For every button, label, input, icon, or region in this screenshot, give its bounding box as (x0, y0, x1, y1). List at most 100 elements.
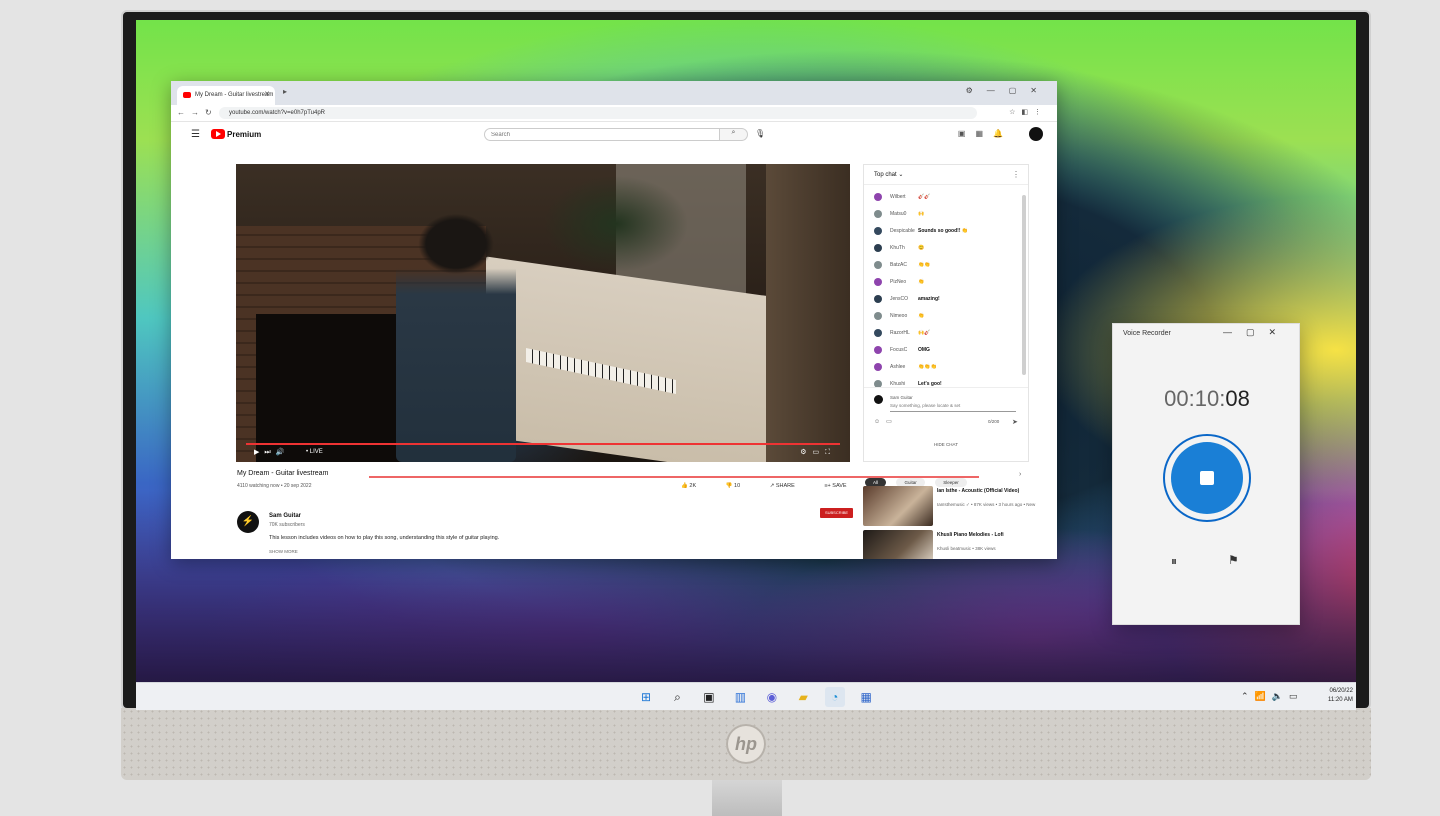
stop-icon (1200, 471, 1214, 485)
chat-text: 😊 (918, 245, 925, 251)
chat-username: Nimeoo (890, 313, 908, 319)
task-view-icon[interactable]: ▣ (699, 687, 719, 707)
header-action-icons[interactable]: ▣▦🔔 (958, 129, 1013, 138)
new-tab-icon[interactable]: ▸ (283, 87, 287, 96)
hide-chat-button[interactable]: HIDE CHAT (864, 442, 1028, 447)
browser-tab-bar: My Dream - Guitar livestream ✕ ▸ ⚙—▢✕ (171, 81, 1057, 105)
hp-logo: hp (726, 724, 766, 764)
monitor-stand (712, 776, 782, 816)
chat-icon[interactable]: ◉ (762, 687, 782, 707)
taskbar-clock[interactable]: 06/20/22 11:20 AM (1328, 687, 1353, 705)
channel-name[interactable]: Sam Guitar (269, 513, 301, 519)
tab-close-icon[interactable]: ✕ (264, 90, 270, 98)
save-label: SAVE (832, 483, 847, 489)
clock-date: 06/20/22 (1329, 688, 1353, 694)
file-explorer-icon[interactable]: ▰ (793, 687, 813, 707)
system-tray-icons[interactable]: ⌃📶🔈▭ (1241, 691, 1303, 702)
chat-message: Matsu0 🙌 (874, 209, 1028, 226)
chat-message: Wilbert 🎸🎸 (874, 192, 1028, 209)
share-label: SHARE (775, 483, 795, 489)
chat-more-icon[interactable]: ⋮ (1012, 170, 1020, 179)
chat-user-avatar (874, 227, 882, 235)
chat-input-avatar (874, 395, 883, 404)
store-icon[interactable]: ▦ (856, 687, 876, 707)
search-button[interactable]: ⌕ (720, 128, 748, 141)
chat-mode-label: Top chat (874, 172, 897, 178)
timer-seconds: 08 (1225, 386, 1250, 411)
widgets-icon[interactable]: ▥ (730, 687, 750, 707)
like-button[interactable]: 👍 2K (681, 483, 710, 489)
recommended-video[interactable]: Khusli Piano Melodies - Lofi Khusli beat… (863, 530, 1043, 559)
stop-recording-button[interactable] (1171, 442, 1243, 514)
chat-text: 🎸🎸 (918, 194, 931, 200)
chat-user-avatar (874, 312, 882, 320)
chat-message: FocusC OMG (874, 345, 1028, 362)
search-input[interactable] (484, 128, 720, 141)
chat-text: 👏👏 (918, 262, 931, 268)
chat-text: OMG (918, 347, 930, 353)
video-progress-bar[interactable] (246, 443, 840, 445)
chevron-down-icon: ⌄ (898, 172, 904, 178)
chat-username: PizNeo (890, 279, 907, 285)
chat-char-count: 0/200 (988, 419, 1000, 424)
hamburger-menu-icon[interactable]: ☰ (191, 129, 200, 140)
chat-user-avatar (874, 244, 882, 252)
chat-text: 🙌🎸 (918, 330, 931, 336)
window-controls[interactable]: ⚙—▢✕ (966, 86, 1051, 95)
chat-message: JensCO amazing! (874, 294, 1028, 311)
video-scene-fireplace-opening (256, 314, 406, 462)
chat-text: 🙌 (918, 211, 925, 217)
chat-user-avatar (874, 363, 882, 371)
recommended-video[interactable]: Ian Isthe - Acoustic (Official Video) Ia… (863, 486, 1043, 526)
flag-icon[interactable]: ⚑ (1228, 553, 1239, 567)
recommended-meta: IanIsthemusic ✓ • 87K views • 3 hours ag… (937, 502, 1036, 507)
subscribe-button[interactable]: SUBSCRIBE (820, 508, 853, 518)
browser-tab[interactable]: My Dream - Guitar livestream ✕ (177, 86, 275, 105)
send-icon[interactable]: ➤ (1012, 418, 1018, 426)
microphone-icon[interactable]: 🎙 (755, 129, 765, 138)
chat-scrollbar[interactable] (1022, 195, 1026, 375)
chat-username: JensCO (890, 296, 909, 302)
playback-controls[interactable]: ▶⏭🔊 (254, 448, 289, 457)
video-title: My Dream - Guitar livestream (237, 470, 329, 477)
dislike-button[interactable]: 👎 10 (726, 483, 755, 489)
chat-username: FocusC (890, 347, 908, 353)
chat-message: Nimeoo 👏 (874, 311, 1028, 328)
chat-user-avatar (874, 295, 882, 303)
chat-header[interactable]: Top chat ⌄ ⋮ (864, 165, 1028, 185)
chat-message: PizNeo 👏 (874, 277, 1028, 294)
chat-username: KhuTh (890, 245, 905, 251)
chat-message: Ashlee 👏👏👏 (874, 362, 1028, 379)
chat-user-avatar (874, 346, 882, 354)
chat-input-field[interactable]: Say something, please locate & set (890, 403, 960, 408)
channel-avatar[interactable]: ⚡ (237, 511, 259, 533)
extension-icons[interactable]: ☆◧⋮ (1009, 108, 1047, 116)
taskbar: ⊞ ⌕ ▣ ▥ ◉ ▰ ◔ ▦ ⌃📶🔈▭ 06/20/22 11:20 AM (136, 682, 1356, 710)
browser-window: My Dream - Guitar livestream ✕ ▸ ⚙—▢✕ ←→… (171, 81, 1057, 559)
url-bar[interactable]: youtube.com/watch?v=e0h7pTu4pR (219, 107, 977, 119)
video-player[interactable]: ▶⏭🔊 • LIVE ⚙▭⛶ (236, 164, 850, 462)
recommended-title: Ian Isthe - Acoustic (Official Video) (937, 488, 1020, 494)
navigation-icons[interactable]: ←→↻ (177, 108, 218, 117)
chat-user-avatar (874, 210, 882, 218)
start-windows-icon[interactable]: ⊞ (636, 687, 656, 707)
show-more-link[interactable]: SHOW MORE (269, 549, 298, 554)
chat-text: amazing! (918, 296, 940, 302)
taskbar-apps: ⊞ ⌕ ▣ ▥ ◉ ▰ ◔ ▦ (636, 687, 883, 707)
chevron-right-icon[interactable]: › (1019, 471, 1021, 478)
save-button[interactable]: ≡+ SAVE (824, 483, 860, 489)
player-settings-icons[interactable]: ⚙▭⛶ (800, 448, 836, 457)
user-avatar[interactable] (1029, 127, 1043, 141)
share-button[interactable]: ↗ SHARE (770, 483, 809, 489)
recommended-meta: Khusli beatmusic • 38K views (937, 546, 996, 551)
chat-emoji-icons[interactable]: ☺▭ (874, 418, 898, 425)
chat-username: Wilbert (890, 194, 906, 200)
edge-browser-icon[interactable]: ◔ (824, 687, 845, 707)
voice-recorder-window: Voice Recorder —▢✕ 00:10:08 ⏸ ⚑ (1112, 323, 1300, 625)
youtube-premium-label: Premium (227, 130, 262, 139)
youtube-logo-icon[interactable] (211, 129, 225, 139)
pause-icon[interactable]: ⏸ (1171, 554, 1177, 569)
recommended-title: Khusli Piano Melodies - Lofi (937, 532, 1004, 538)
search-icon[interactable]: ⌕ (667, 687, 687, 707)
recorder-window-controls[interactable]: —▢✕ (1223, 327, 1290, 338)
